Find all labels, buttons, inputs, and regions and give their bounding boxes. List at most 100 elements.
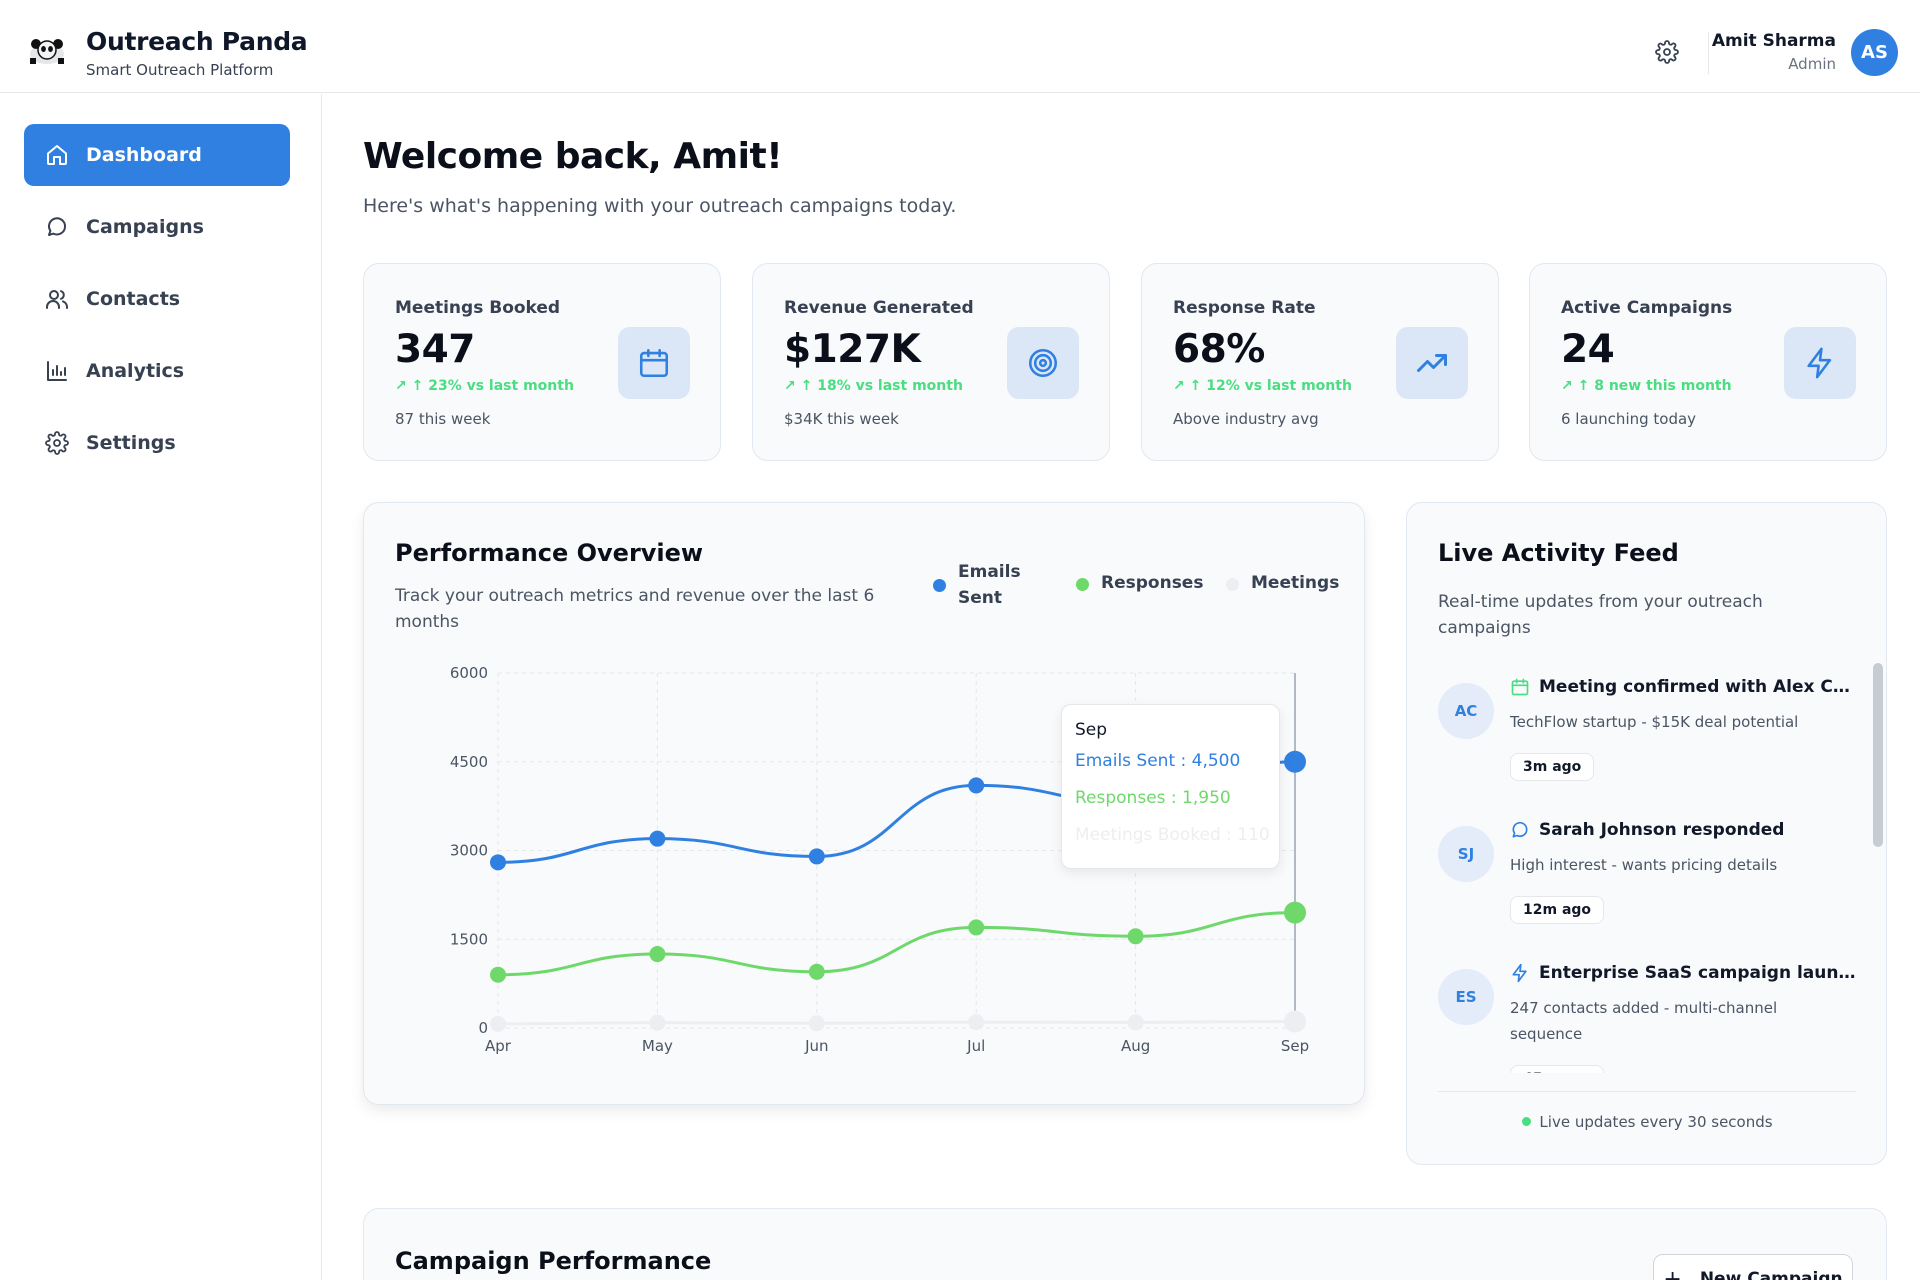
feed-item-title: Sarah Johnson responded: [1539, 820, 1785, 840]
brand-name: Outreach Panda: [86, 27, 308, 56]
feed-avatar: AC: [1438, 683, 1494, 739]
target-icon: [1007, 327, 1079, 399]
stat-value: $127K: [784, 327, 921, 372]
stat-value: 68%: [1173, 327, 1265, 372]
stat-note: 6 launching today: [1561, 410, 1697, 428]
series-line-responses: [497, 911, 1296, 977]
lightning-icon: [1512, 963, 1527, 983]
stat-card-revenue: Revenue Generated $127K ↗ ↑ 18% vs last …: [752, 263, 1110, 461]
x-tick-label: Aug: [1121, 1037, 1150, 1055]
data-point: [1284, 750, 1306, 773]
data-point: [1284, 1010, 1306, 1033]
feed-scrollbar[interactable]: [1873, 663, 1883, 847]
feed-item-time: 12m ago: [1510, 896, 1605, 924]
stat-label: Active Campaigns: [1561, 298, 1733, 318]
feed-divider: [1438, 1091, 1856, 1092]
sidebar-item-label: Contacts: [86, 288, 181, 310]
stat-card-meetings: Meetings Booked 347 ↗ ↑ 23% vs last mont…: [363, 263, 721, 461]
trend-up-icon: ↗: [1561, 378, 1578, 394]
top-bar: Outreach Panda Smart Outreach Platform A…: [0, 0, 1920, 93]
brand-tagline: Smart Outreach Platform: [86, 61, 274, 79]
data-point: [649, 946, 666, 963]
stat-note: $34K this week: [784, 410, 899, 428]
y-tick-label: 3000: [450, 842, 488, 860]
feed-item-desc: TechFlow startup - $15K deal potential: [1510, 713, 1799, 731]
live-activity-feed: Live Activity Feed Real-time updates fro…: [1406, 502, 1887, 1165]
stat-note: 87 this week: [395, 410, 491, 428]
page-subtitle: Here's what's happening with your outrea…: [363, 195, 957, 217]
x-tick-label: May: [642, 1037, 673, 1055]
stat-trend: ↗ ↑ 12% vs last month: [1173, 378, 1352, 394]
data-point: [649, 1014, 666, 1031]
data-point: [649, 830, 666, 847]
stat-value: 347: [395, 327, 475, 372]
x-tick-label: Apr: [485, 1037, 512, 1055]
series-line-meetings: [497, 1019, 1296, 1026]
calendar-icon: [618, 327, 690, 399]
stat-trend: ↗ ↑ 23% vs last month: [395, 378, 574, 394]
sidebar-item-label: Analytics: [86, 360, 185, 382]
y-tick-label: 0: [478, 1019, 488, 1037]
feed-item-time: 45m ago: [1510, 1065, 1605, 1073]
bar-chart-icon: [44, 358, 70, 384]
sidebar-item-analytics[interactable]: Analytics: [24, 340, 290, 402]
data-point: [490, 854, 506, 871]
data-point: [968, 777, 985, 794]
feed-avatar: ES: [1438, 969, 1494, 1025]
users-icon: [44, 286, 70, 312]
y-tick-label: 1500: [450, 930, 488, 948]
trending-up-icon: [1396, 327, 1468, 399]
user-role: Admin: [1788, 55, 1836, 73]
x-tick-label: Sep: [1281, 1037, 1309, 1055]
user-avatar[interactable]: AS: [1851, 29, 1898, 76]
data-point: [968, 1014, 985, 1031]
stat-trend: ↗ ↑ 18% vs last month: [784, 378, 963, 394]
performance-card: Performance Overview Track your outreach…: [363, 502, 1365, 1105]
tooltip-emails: Emails Sent : 4,500: [1075, 751, 1241, 771]
sidebar-item-campaigns[interactable]: Campaigns: [24, 196, 290, 258]
new-campaign-button[interactable]: + New Campaign: [1653, 1254, 1853, 1280]
data-point: [808, 963, 825, 980]
feed-item-desc: High interest - wants pricing details: [1510, 856, 1778, 874]
data-point: [968, 919, 985, 936]
trend-up-icon: ↗: [1173, 378, 1190, 394]
campaign-performance-card: Campaign Performance + New Campaign: [363, 1208, 1887, 1280]
feed-list[interactable]: AC Meeting confirmed with Alex Chen Tech…: [1407, 663, 1873, 1073]
trend-up-icon: ↗: [395, 378, 412, 394]
header-divider: [1708, 32, 1709, 74]
sidebar-item-settings[interactable]: Settings: [24, 412, 290, 474]
sidebar: Dashboard Campaigns Contacts Analytics S…: [0, 94, 322, 1280]
sidebar-item-contacts[interactable]: Contacts: [24, 268, 290, 330]
gear-icon: [44, 430, 70, 456]
campaign-performance-title: Campaign Performance: [395, 1247, 712, 1275]
tooltip-responses: Responses : 1,950: [1075, 788, 1231, 808]
sidebar-item-label: Dashboard: [86, 144, 202, 166]
data-point: [490, 1015, 506, 1032]
x-tick-label: Jul: [966, 1037, 985, 1055]
tooltip-meetings: Meetings Booked : 110: [1075, 825, 1270, 845]
stat-label: Response Rate: [1173, 298, 1316, 318]
feed-item-title: Meeting confirmed with Alex Chen: [1539, 677, 1859, 697]
data-point: [1284, 901, 1306, 924]
sidebar-item-label: Settings: [86, 432, 176, 454]
tooltip-label: Sep: [1075, 720, 1108, 740]
trend-up-icon: ↗: [784, 378, 801, 394]
data-point: [808, 848, 825, 865]
page-title: Welcome back, Amit!: [363, 136, 783, 177]
y-tick-label: 4500: [450, 753, 488, 771]
stat-card-active-campaigns: Active Campaigns 24 ↗ ↑ 8 new this month…: [1529, 263, 1887, 461]
feed-item-title: Enterprise SaaS campaign launched: [1539, 963, 1859, 983]
stat-note: Above industry avg: [1173, 410, 1319, 428]
sidebar-item-dashboard[interactable]: Dashboard: [24, 124, 290, 186]
message-icon: [1512, 821, 1528, 838]
stat-label: Meetings Booked: [395, 298, 561, 318]
data-point: [808, 1015, 825, 1032]
settings-gear-icon[interactable]: [1655, 40, 1679, 64]
y-tick-label: 6000: [450, 664, 488, 682]
calendar-icon: [1511, 678, 1529, 696]
stat-label: Revenue Generated: [784, 298, 974, 318]
x-tick-label: Jun: [804, 1037, 828, 1055]
feed-subtitle: Real-time updates from your outreach cam…: [1438, 592, 1763, 638]
plus-icon: +: [1663, 1266, 1682, 1280]
chart-tooltip: Sep Emails Sent : 4,500 Responses : 1,95…: [1061, 704, 1280, 869]
